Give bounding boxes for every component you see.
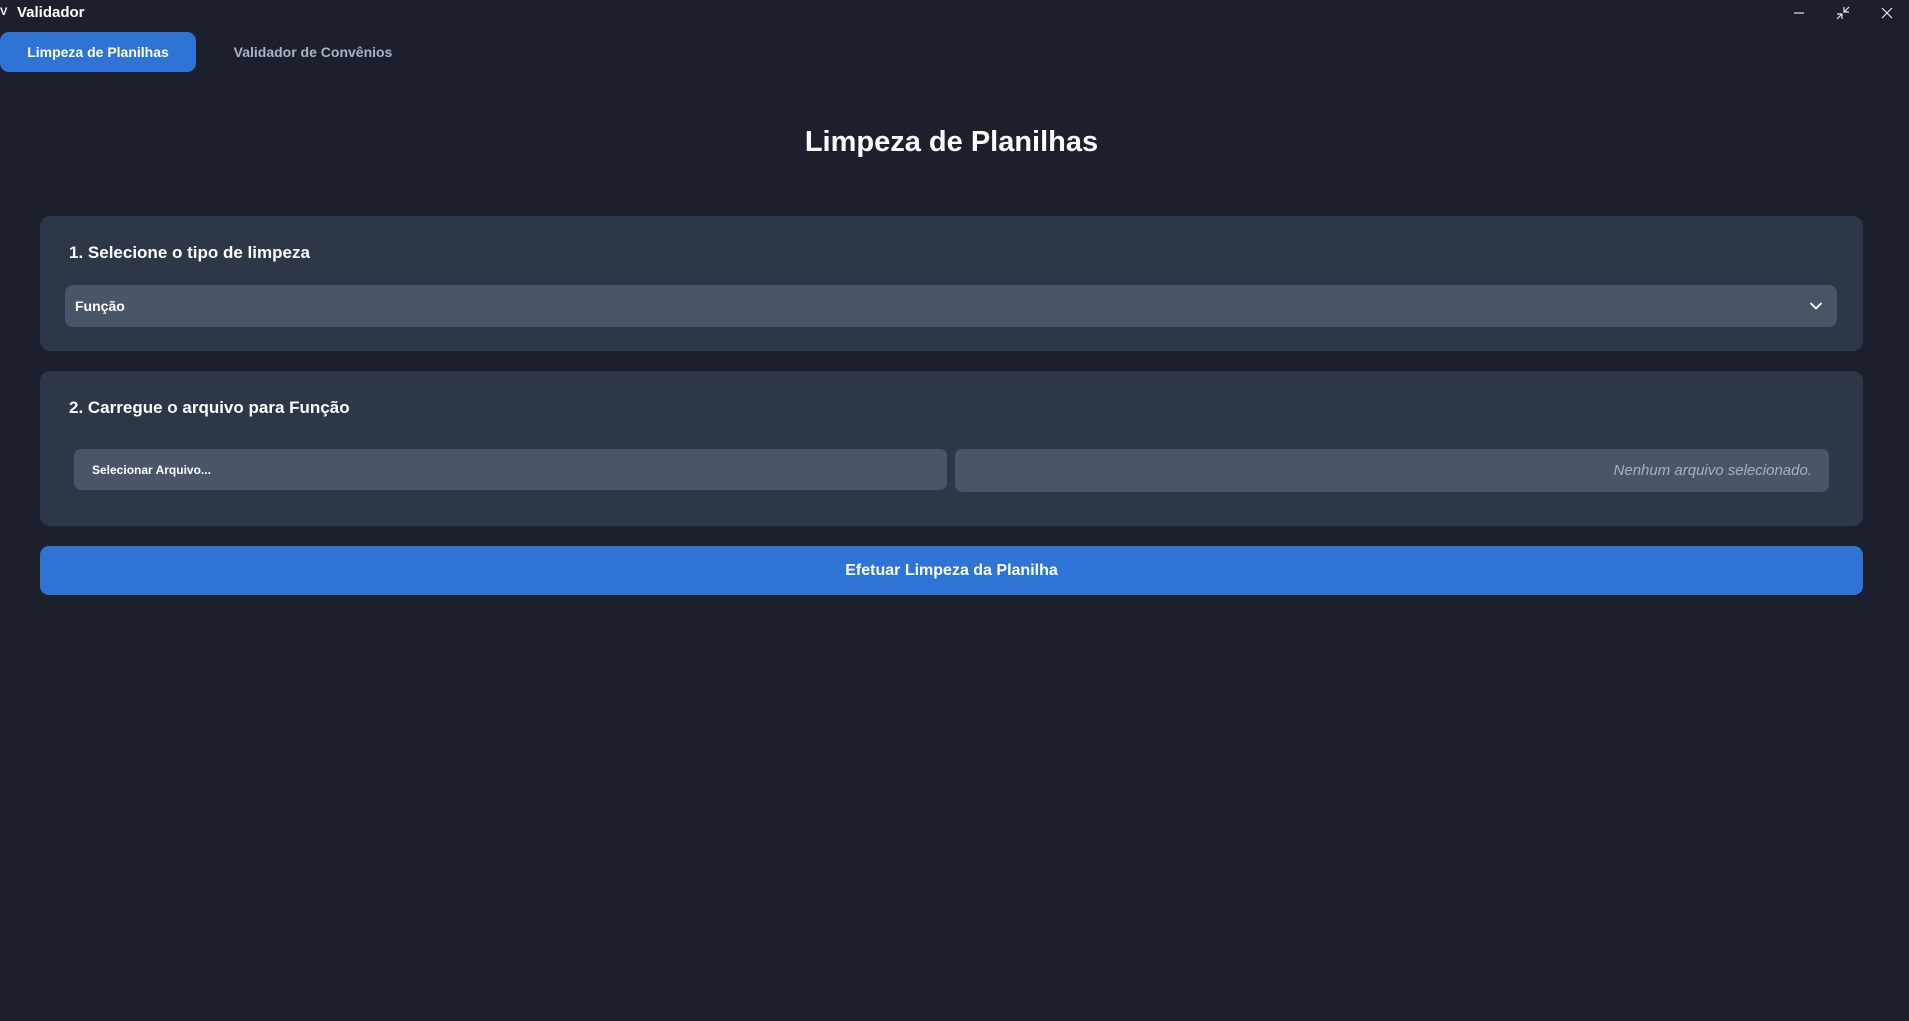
close-icon [1881, 7, 1893, 19]
window-controls [1777, 0, 1909, 26]
minimize-button[interactable] [1777, 0, 1821, 26]
minimize-icon [1794, 12, 1804, 14]
select-file-button[interactable]: Selecionar Arquivo... [74, 449, 947, 490]
cleaning-type-card: 1. Selecione o tipo de limpeza Função [40, 216, 1863, 351]
restore-button[interactable] [1821, 0, 1865, 26]
close-button[interactable] [1865, 0, 1909, 26]
tab-bar: Limpeza de Planilhas Validador de Convên… [0, 32, 430, 72]
cleaning-type-value: Função [75, 298, 125, 314]
step2-heading: 2. Carregue o arquivo para Função [69, 398, 350, 417]
selected-file-display: Nenhum arquivo selecionado. [955, 449, 1829, 492]
file-upload-card: 2. Carregue o arquivo para Função Seleci… [40, 371, 1863, 526]
title-bar: V Validador [0, 0, 1909, 26]
cleaning-type-select[interactable]: Função [65, 285, 1837, 327]
page-title: Limpeza de Planilhas [804, 126, 1099, 158]
run-cleaning-button[interactable]: Efetuar Limpeza da Planilha [40, 546, 1863, 595]
tab-validador-de-convenios[interactable]: Validador de Convênios [196, 32, 430, 72]
file-status-text: Nenhum arquivo selecionado. [1613, 462, 1812, 479]
app-icon: V [0, 6, 8, 18]
window-title: Validador [17, 4, 85, 21]
step1-heading: 1. Selecione o tipo de limpeza [69, 243, 310, 262]
restore-icon [1836, 6, 1850, 20]
chevron-down-icon [1810, 302, 1822, 310]
tab-limpeza-de-planilhas[interactable]: Limpeza de Planilhas [0, 32, 196, 72]
